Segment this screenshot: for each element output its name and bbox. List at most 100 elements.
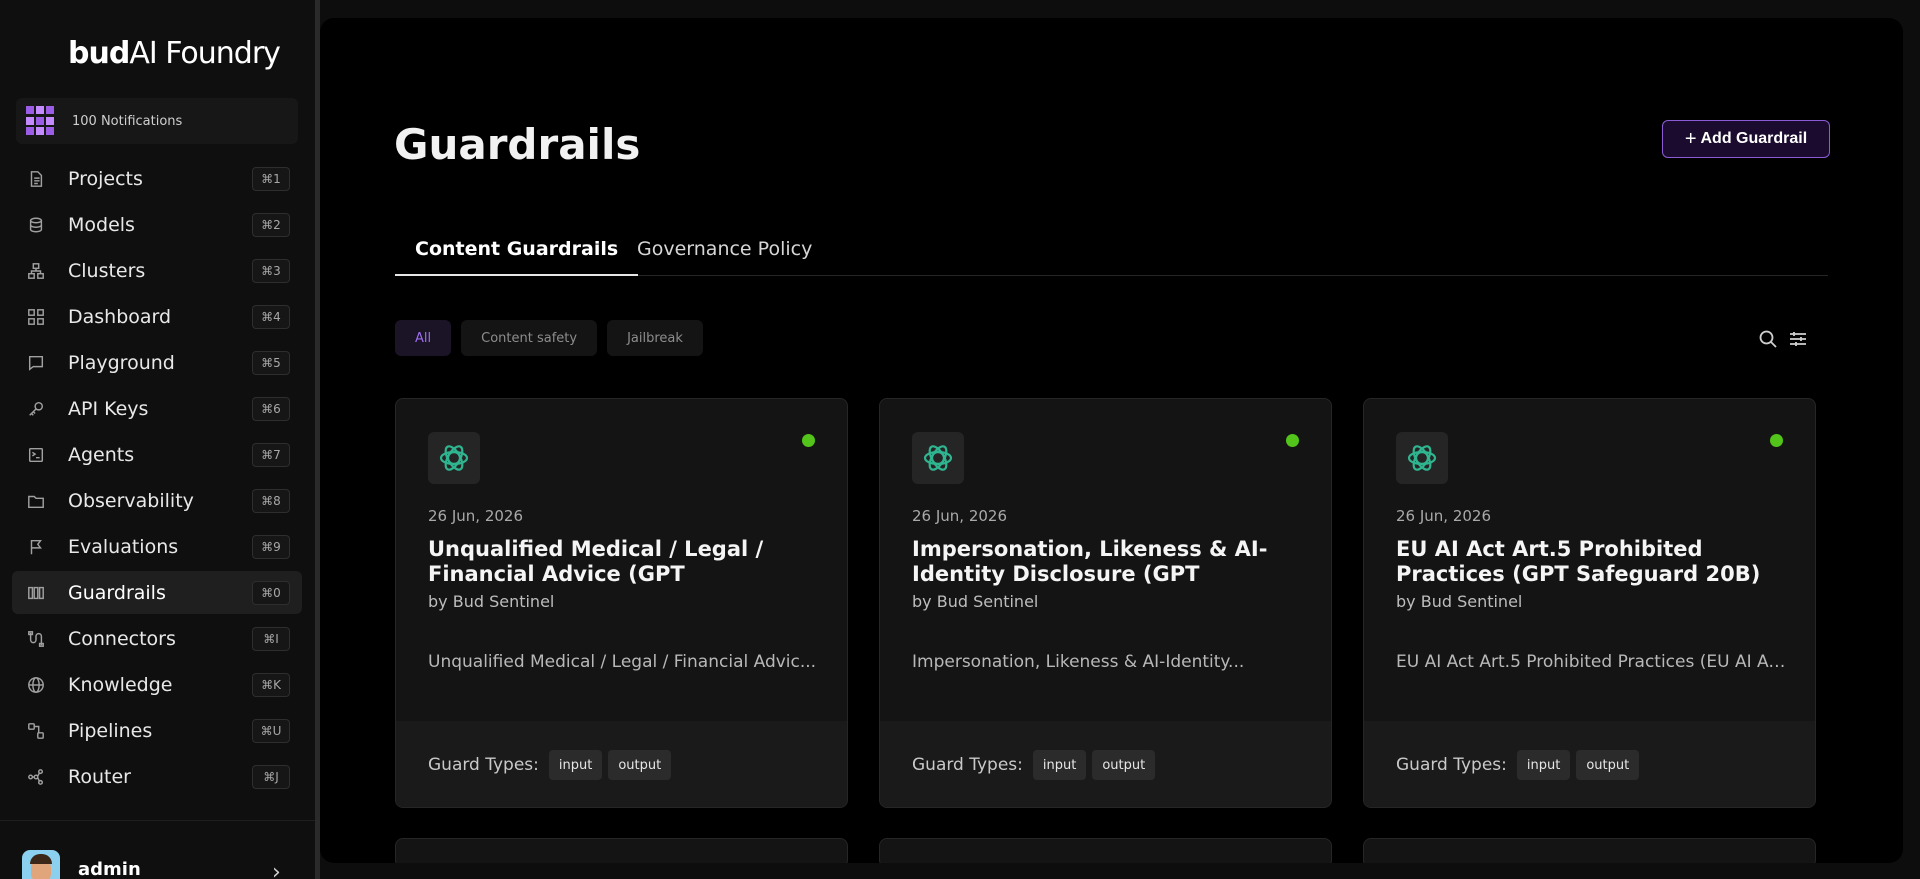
card-date: 26 Jun, 2026 xyxy=(912,507,1008,525)
guardrail-card[interactable] xyxy=(1363,838,1816,863)
card-title: EU AI Act Art.5 Prohibited Practices (GP… xyxy=(1396,537,1761,586)
card-date: 26 Jun, 2026 xyxy=(1396,507,1492,525)
sidebar-item-dashboard[interactable]: Dashboard ⌘4 xyxy=(12,295,302,338)
guardrail-icon xyxy=(26,583,46,603)
guard-types-label: Guard Types: xyxy=(1396,755,1507,775)
sidebar-item-label: Projects xyxy=(68,167,143,190)
filter-chip-jailbreak[interactable]: Jailbreak xyxy=(607,320,703,356)
card-author: by Bud Sentinel xyxy=(912,592,1039,611)
user-menu[interactable]: admin › xyxy=(22,850,281,879)
sidebar-item-label: Guardrails xyxy=(68,581,166,604)
tab-content-guardrails[interactable]: Content Guardrails xyxy=(395,236,639,276)
guard-type-tag: output xyxy=(1576,750,1640,780)
shortcut-badge: ⌘9 xyxy=(252,535,290,559)
sidebar: budAI Foundry 100 Notifications Projects… xyxy=(0,0,315,879)
shortcut-badge: ⌘0 xyxy=(252,581,290,605)
card-description: EU AI Act Art.5 Prohibited Practices (EU… xyxy=(1396,652,1786,672)
grid-icon xyxy=(26,307,46,327)
tab-governance-policy[interactable]: Governance Policy xyxy=(617,236,832,276)
shortcut-badge: ⌘2 xyxy=(252,213,290,237)
guard-type-tag: output xyxy=(608,750,672,780)
database-icon xyxy=(26,215,46,235)
globe-icon xyxy=(26,675,46,695)
sidebar-item-observability[interactable]: Observability ⌘8 xyxy=(12,479,302,522)
sidebar-item-label: API Keys xyxy=(68,397,149,420)
sidebar-item-clusters[interactable]: Clusters ⌘3 xyxy=(12,249,302,292)
card-footer: Guard Types: input output xyxy=(1364,721,1815,807)
guardrail-card[interactable] xyxy=(879,838,1332,863)
card-description: Impersonation, Likeness & AI-Identity... xyxy=(912,652,1245,672)
shortcut-badge: ⌘8 xyxy=(252,489,290,513)
sidebar-item-label: Clusters xyxy=(68,259,146,282)
shortcut-badge: ⌘7 xyxy=(252,443,290,467)
guard-type-tag: input xyxy=(548,750,603,780)
sidebar-item-label: Models xyxy=(68,213,135,236)
filter-chips: All Content safety Jailbreak xyxy=(395,320,713,356)
guardrail-card[interactable]: 26 Jun, 2026 Impersonation, Likeness & A… xyxy=(879,398,1332,808)
guardrail-card[interactable]: 26 Jun, 2026 EU AI Act Art.5 Prohibited … xyxy=(1363,398,1816,808)
plus-icon: + xyxy=(1684,127,1697,150)
card-description: Unqualified Medical / Legal / Financial … xyxy=(428,652,817,672)
shortcut-badge: ⌘U xyxy=(252,719,290,743)
folder-icon xyxy=(26,491,46,511)
sidebar-item-evaluations[interactable]: Evaluations ⌘9 xyxy=(12,525,302,568)
status-indicator xyxy=(1770,434,1783,447)
sidebar-item-label: Knowledge xyxy=(68,673,173,696)
sidebar-item-label: Router xyxy=(68,765,131,788)
logo[interactable]: budAI Foundry xyxy=(68,36,281,71)
app-window: budAI Foundry 100 Notifications Projects… xyxy=(0,0,1920,879)
shortcut-badge: ⌘4 xyxy=(252,305,290,329)
filter-settings-icon[interactable] xyxy=(1787,328,1809,350)
card-footer: Guard Types: input output xyxy=(880,721,1331,807)
guard-types-label: Guard Types: xyxy=(912,755,1023,775)
card-title: Unqualified Medical / Legal / Financial … xyxy=(428,537,764,586)
add-guardrail-button[interactable]: + Add Guardrail xyxy=(1662,120,1830,158)
sidebar-item-api-keys[interactable]: API Keys ⌘6 xyxy=(12,387,302,430)
guardrail-card[interactable] xyxy=(395,838,848,863)
add-guardrail-label: Add Guardrail xyxy=(1700,130,1808,147)
sidebar-item-label: Agents xyxy=(68,443,135,466)
pipeline-icon xyxy=(26,721,46,741)
guard-types-label: Guard Types: xyxy=(428,755,539,775)
openai-logo-icon xyxy=(912,432,964,484)
shortcut-badge: ⌘1 xyxy=(252,167,290,191)
filter-chip-content-safety[interactable]: Content safety xyxy=(461,320,598,356)
sidebar-divider xyxy=(0,820,315,821)
sidebar-item-label: Connectors xyxy=(68,627,176,650)
status-indicator xyxy=(1286,434,1299,447)
guard-type-tag: input xyxy=(1516,750,1571,780)
filter-chip-all[interactable]: All xyxy=(395,320,452,356)
page-title: Guardrails xyxy=(394,120,641,169)
avatar xyxy=(22,850,60,879)
card-footer: Guard Types: input output xyxy=(396,721,847,807)
sidebar-item-label: Evaluations xyxy=(68,535,179,558)
shortcut-badge: ⌘6 xyxy=(252,397,290,421)
cluster-icon xyxy=(26,261,46,281)
sidebar-item-router[interactable]: Router ⌘J xyxy=(12,755,302,798)
search-icon[interactable] xyxy=(1757,328,1779,350)
sidebar-item-label: Playground xyxy=(68,351,175,374)
sidebar-item-label: Pipelines xyxy=(68,719,153,742)
guard-type-tag: output xyxy=(1092,750,1156,780)
guardrail-card[interactable]: 26 Jun, 2026 Unqualified Medical / Legal… xyxy=(395,398,848,808)
notifications-icon xyxy=(26,106,56,136)
sidebar-item-playground[interactable]: Playground ⌘5 xyxy=(12,341,302,384)
openai-logo-icon xyxy=(1396,432,1448,484)
router-icon xyxy=(26,767,46,787)
sidebar-item-guardrails[interactable]: Guardrails ⌘0 xyxy=(12,571,302,614)
sidebar-item-connectors[interactable]: Connectors ⌘I xyxy=(12,617,302,660)
notifications-button[interactable]: 100 Notifications xyxy=(16,98,298,144)
sidebar-item-agents[interactable]: Agents ⌘7 xyxy=(12,433,302,476)
shortcut-badge: ⌘3 xyxy=(252,259,290,283)
sidebar-item-knowledge[interactable]: Knowledge ⌘K xyxy=(12,663,302,706)
sidebar-nav: Projects ⌘1 Models ⌘2 Clusters ⌘3 Dashbo… xyxy=(12,157,302,801)
sidebar-item-models[interactable]: Models ⌘2 xyxy=(12,203,302,246)
sidebar-item-label: Dashboard xyxy=(68,305,172,328)
chevron-right-icon[interactable]: › xyxy=(272,860,281,879)
sidebar-item-pipelines[interactable]: Pipelines ⌘U xyxy=(12,709,302,752)
key-icon xyxy=(26,399,46,419)
guard-type-tag: input xyxy=(1032,750,1087,780)
tabs: Content Guardrails Governance Policy xyxy=(395,236,1828,276)
sidebar-item-label: Observability xyxy=(68,489,194,512)
sidebar-item-projects[interactable]: Projects ⌘1 xyxy=(12,157,302,200)
